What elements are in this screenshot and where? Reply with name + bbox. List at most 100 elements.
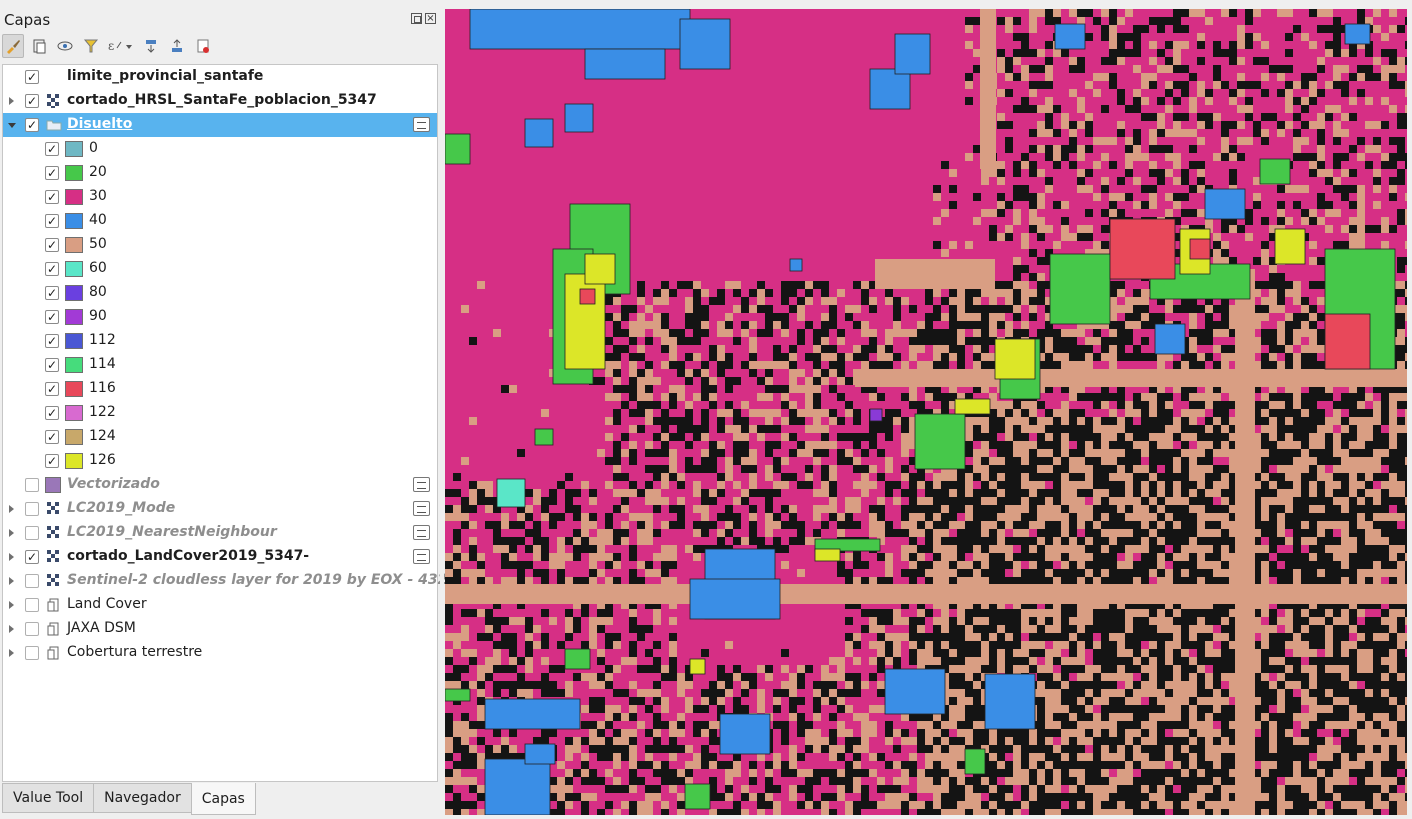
legend-checkbox[interactable]: ✓ (45, 238, 59, 252)
bare-pixel (469, 681, 477, 689)
built-up-pixel (621, 473, 629, 481)
legend-item[interactable]: ✓ 112 (3, 329, 437, 353)
legend-checkbox[interactable]: ✓ (45, 142, 59, 156)
layer-row-lc2019-nearest[interactable]: LC2019_NearestNeighbour (3, 521, 437, 545)
rendering-indicator-icon[interactable] (413, 525, 430, 540)
built-up-pixel (1285, 449, 1293, 457)
legend-checkbox[interactable]: ✓ (45, 430, 59, 444)
legend-checkbox[interactable]: ✓ (45, 310, 59, 324)
built-up-pixel (1317, 137, 1325, 145)
layer-row-hrsl-poblacion[interactable]: ✓ cortado_HRSL_SantaFe_poblacion_5347 (3, 89, 437, 113)
bare-pixel (957, 665, 965, 673)
layer-row-disuelto[interactable]: ✓ Disuelto (3, 113, 437, 137)
rendering-indicator-icon[interactable] (413, 501, 430, 516)
built-up-pixel (613, 353, 621, 361)
rendering-indicator-icon[interactable] (413, 477, 430, 492)
built-up-pixel (1357, 545, 1365, 553)
bare-pixel (1221, 513, 1229, 521)
layer-row-land-cover[interactable]: Land Cover (3, 593, 437, 617)
collapse-arrow-icon[interactable] (8, 123, 16, 128)
built-up-pixel (989, 553, 997, 561)
close-panel-icon[interactable]: × (425, 13, 436, 24)
expand-arrow-icon[interactable] (9, 625, 14, 633)
legend-item[interactable]: ✓ 50 (3, 233, 437, 257)
bare-pixel (861, 321, 869, 329)
legend-checkbox[interactable]: ✓ (45, 334, 59, 348)
expand-arrow-icon[interactable] (9, 601, 14, 609)
bare-pixel (1157, 65, 1165, 73)
panel-splitter[interactable] (440, 0, 444, 819)
layer-checkbox[interactable]: ✓ (25, 118, 39, 132)
add-group-icon[interactable] (28, 34, 50, 58)
rendering-indicator-icon[interactable] (413, 549, 430, 564)
layer-row-vectorizado[interactable]: Vectorizado (3, 473, 437, 497)
visibility-eye-icon[interactable] (54, 34, 76, 58)
built-up-pixel (1029, 633, 1037, 641)
legend-checkbox[interactable]: ✓ (45, 262, 59, 276)
legend-item[interactable]: ✓ 0 (3, 137, 437, 161)
layer-checkbox[interactable] (25, 502, 39, 516)
layer-checkbox[interactable] (25, 622, 39, 636)
legend-item[interactable]: ✓ 124 (3, 425, 437, 449)
legend-checkbox[interactable]: ✓ (45, 406, 59, 420)
layer-checkbox[interactable] (25, 598, 39, 612)
layer-checkbox[interactable] (25, 478, 39, 492)
expand-arrow-icon[interactable] (9, 577, 14, 585)
layer-row-landcover2019[interactable]: ✓ cortado_LandCover2019_5347- (3, 545, 437, 569)
layer-row-sentinel2[interactable]: Sentinel-2 cloudless layer for 2019 by E… (3, 569, 457, 593)
collapse-all-icon[interactable] (166, 34, 188, 58)
layer-checkbox[interactable] (25, 526, 39, 540)
expand-arrow-icon[interactable] (9, 529, 14, 537)
legend-checkbox[interactable]: ✓ (45, 286, 59, 300)
legend-checkbox[interactable]: ✓ (45, 214, 59, 228)
legend-checkbox[interactable]: ✓ (45, 358, 59, 372)
legend-item[interactable]: ✓ 80 (3, 281, 437, 305)
tab-capas[interactable]: Capas (190, 783, 256, 815)
bare-pixel (813, 385, 821, 393)
built-up-pixel (1277, 449, 1285, 457)
legend-checkbox[interactable]: ✓ (45, 166, 59, 180)
expand-arrow-icon[interactable] (9, 649, 14, 657)
tab-navegador[interactable]: Navegador (93, 783, 192, 813)
built-up-pixel (861, 345, 869, 353)
map-canvas[interactable] (445, 9, 1407, 815)
expand-arrow-icon[interactable] (9, 553, 14, 561)
bare-pixel (1293, 185, 1301, 193)
legend-item[interactable]: ✓ 60 (3, 257, 437, 281)
layer-row-jaxa-dsm[interactable]: JAXA DSM (3, 617, 437, 641)
layer-checkbox[interactable] (25, 574, 39, 588)
float-panel-icon[interactable] (411, 13, 422, 24)
bare-pixel (693, 553, 701, 561)
legend-item[interactable]: ✓ 122 (3, 401, 437, 425)
tab-value-tool[interactable]: Value Tool (2, 783, 95, 813)
legend-checkbox[interactable]: ✓ (45, 190, 59, 204)
layer-checkbox[interactable]: ✓ (25, 550, 39, 564)
layer-checkbox[interactable]: ✓ (25, 70, 39, 84)
legend-item[interactable]: ✓ 20 (3, 161, 437, 185)
bare-pixel (957, 561, 965, 569)
remove-layer-icon[interactable] (192, 34, 214, 58)
built-up-pixel (973, 305, 981, 313)
expand-arrow-icon[interactable] (9, 505, 14, 513)
layer-row-cobertura-terrestre[interactable]: Cobertura terrestre (3, 641, 437, 665)
legend-item[interactable]: ✓ 30 (3, 185, 437, 209)
bare-pixel (1077, 457, 1085, 465)
layer-checkbox[interactable] (25, 646, 39, 660)
legend-checkbox[interactable]: ✓ (45, 454, 59, 468)
rendering-indicator-icon[interactable] (413, 117, 430, 132)
legend-item[interactable]: ✓ 126 (3, 449, 437, 473)
expand-arrow-icon[interactable] (9, 97, 14, 105)
legend-item[interactable]: ✓ 90 (3, 305, 437, 329)
expression-filter-icon[interactable]: ε (106, 34, 136, 58)
layer-row-limite-provincial[interactable]: ✓ limite_provincial_santafe (3, 65, 437, 89)
legend-item[interactable]: ✓ 116 (3, 377, 437, 401)
legend-item[interactable]: ✓ 114 (3, 353, 437, 377)
expand-all-icon[interactable] (140, 34, 162, 58)
bare-pixel (1133, 577, 1141, 585)
layer-row-lc2019-mode[interactable]: LC2019_Mode (3, 497, 437, 521)
style-brush-icon[interactable] (2, 34, 24, 58)
legend-item[interactable]: ✓ 40 (3, 209, 437, 233)
layer-checkbox[interactable]: ✓ (25, 94, 39, 108)
legend-checkbox[interactable]: ✓ (45, 382, 59, 396)
filter-legend-icon[interactable] (80, 34, 102, 58)
